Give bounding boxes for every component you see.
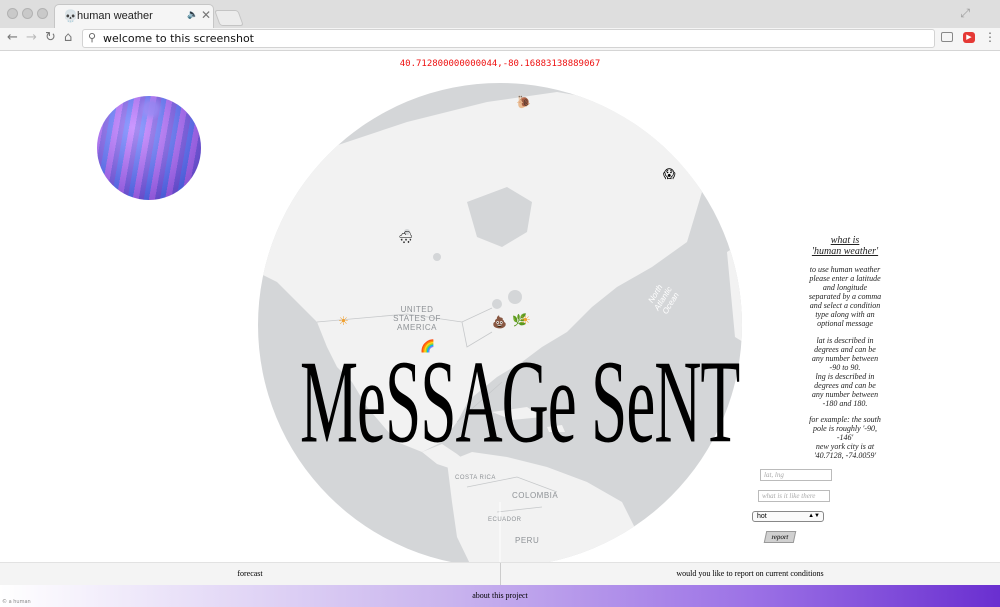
- info-example: for example: the south pole is roughly '…: [770, 415, 920, 460]
- info-line: degrees and can be: [814, 381, 876, 390]
- skull-icon: 💀: [63, 9, 78, 23]
- home-icon[interactable]: ⌂: [64, 30, 72, 45]
- tab-close-icon[interactable]: ✕: [201, 8, 211, 22]
- address-text[interactable]: welcome to this screenshot: [103, 32, 254, 45]
- info-title-line1: what is: [830, 235, 860, 246]
- browser-toolbar: ← → ↻ ⌂ ⚲ welcome to this screenshot ▶ ⋮: [0, 28, 1000, 51]
- about-bar[interactable]: about this project: [0, 585, 1000, 607]
- message-input[interactable]: what is it like there: [758, 490, 830, 502]
- extension-icon[interactable]: ▶: [963, 32, 975, 43]
- about-link[interactable]: about this project: [0, 591, 1000, 600]
- info-line: new york city is at: [815, 442, 875, 451]
- info-line: '40.7128, -74.0059': [813, 451, 877, 460]
- browser-menu-icon[interactable]: ⋮: [984, 30, 996, 44]
- info-line: lat is described in: [816, 336, 874, 345]
- report-prompt-link[interactable]: would you like to report on current cond…: [500, 569, 1000, 578]
- new-tab-button[interactable]: [214, 10, 244, 26]
- browser-tab[interactable]: 💀 human weather 🔈 ✕: [54, 4, 214, 28]
- sun-marker-west[interactable]: ☀: [338, 315, 349, 327]
- info-latlng-description: lat is described in degrees and can be a…: [770, 336, 920, 408]
- address-bar[interactable]: ⚲ welcome to this screenshot: [82, 29, 935, 48]
- info-line: please enter a latitude: [809, 274, 881, 283]
- tab-title: human weather: [77, 10, 153, 22]
- mini-globe[interactable]: [97, 96, 201, 200]
- info-line: lng is described in: [815, 372, 875, 381]
- scream-marker[interactable]: 😱: [663, 168, 676, 180]
- corner-text: © a human: [2, 599, 31, 605]
- condition-selected-value: hot: [757, 513, 767, 520]
- report-button[interactable]: report: [763, 531, 797, 543]
- speaker-icon[interactable]: 🔈: [187, 10, 198, 20]
- cast-icon[interactable]: [941, 32, 953, 42]
- info-instructions: to use human weather please enter a lati…: [770, 265, 920, 328]
- window-minimize-button[interactable]: [22, 8, 33, 19]
- search-icon: ⚲: [88, 31, 97, 44]
- back-icon[interactable]: ←: [7, 30, 18, 45]
- browser-tab-bar: 💀 human weather 🔈 ✕ ⤢: [0, 0, 1000, 29]
- forecast-link[interactable]: forecast: [0, 569, 500, 578]
- info-line: optional message: [817, 319, 873, 328]
- info-line: any number between: [811, 390, 879, 399]
- latlng-input[interactable]: lat, lng: [760, 469, 832, 481]
- poop-marker[interactable]: 💩: [492, 316, 507, 328]
- info-line: type along with an: [815, 310, 875, 319]
- reload-icon[interactable]: ↻: [45, 30, 56, 45]
- map-label-usa: UNITED STATES OF AMERICA: [393, 305, 441, 332]
- info-line: and longitude: [822, 283, 868, 292]
- info-line: -146': [836, 433, 854, 442]
- info-line: -180 and 180.: [822, 399, 868, 408]
- window-close-button[interactable]: [7, 8, 18, 19]
- snail-marker[interactable]: 🐌: [516, 96, 531, 108]
- info-line: degrees and can be: [814, 345, 876, 354]
- coordinates-readout: 40.712800000000044,-80.16883138889067: [399, 59, 601, 69]
- select-arrows-icon: ▲▼: [808, 513, 820, 519]
- window-maximize-button[interactable]: [37, 8, 48, 19]
- message-sent-overlay: MeSSAGe SeNT: [300, 336, 740, 468]
- forward-icon[interactable]: →: [26, 30, 37, 45]
- footer-bar: forecast would you like to report on cur…: [0, 562, 1000, 585]
- info-line: -90 to 90.: [829, 363, 861, 372]
- snow-cloud-marker[interactable]: 🌨: [398, 231, 413, 243]
- sun-marker-east[interactable]: ☀: [520, 314, 531, 326]
- info-line: pole is roughly '-90,: [812, 424, 878, 433]
- info-line: to use human weather: [809, 265, 881, 274]
- info-line: any number between: [811, 354, 879, 363]
- info-title-line2: 'human weather': [811, 246, 879, 257]
- condition-select[interactable]: hot ▲▼: [752, 511, 824, 522]
- info-line: and select a condition: [809, 301, 881, 310]
- info-line: for example: the south: [809, 415, 881, 424]
- info-line: separated by a comma: [808, 292, 882, 301]
- info-title: what is 'human weather': [770, 235, 920, 257]
- fullscreen-icon[interactable]: ⤢: [960, 6, 970, 21]
